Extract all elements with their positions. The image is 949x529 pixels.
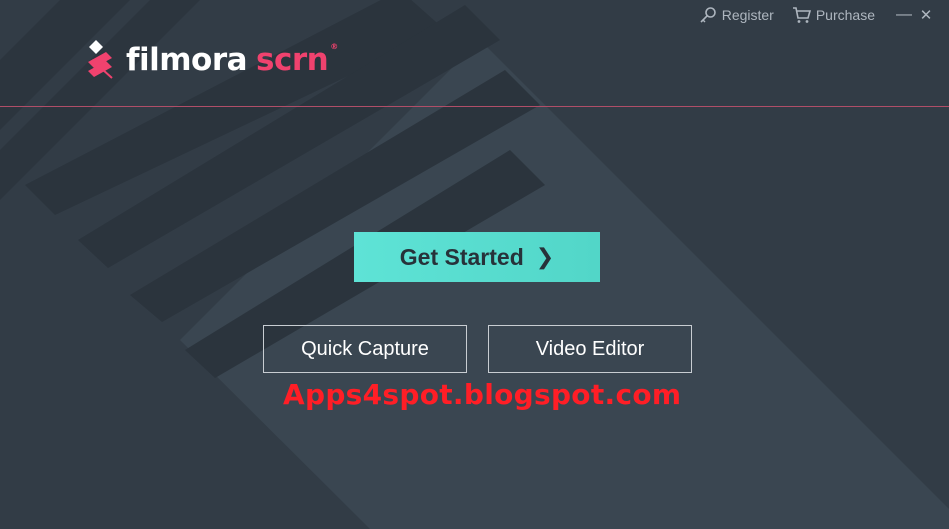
key-icon <box>700 7 716 23</box>
logo-wordmark: filmora scrn ® <box>126 41 338 78</box>
video-editor-button[interactable]: Video Editor <box>488 325 692 373</box>
register-button[interactable]: Register <box>699 6 774 24</box>
watermark-text: Apps4spot.blogspot.com <box>283 378 682 411</box>
close-button[interactable]: ✕ <box>915 6 937 24</box>
header-divider <box>0 106 949 107</box>
title-bar: Register Purchase — ✕ <box>699 0 949 30</box>
purchase-label: Purchase <box>815 7 875 23</box>
quick-capture-button[interactable]: Quick Capture <box>263 325 467 373</box>
chevron-right-icon: ❯ <box>535 244 555 269</box>
get-started-button[interactable]: Get Started ❯ <box>354 232 600 282</box>
app-logo: filmora scrn ® <box>86 40 338 80</box>
logo-word-filmora: filmora <box>126 41 248 78</box>
cart-icon <box>792 7 811 23</box>
purchase-button[interactable]: Purchase <box>792 6 875 24</box>
register-label: Register <box>721 7 774 23</box>
get-started-label: Get Started <box>399 243 524 270</box>
logo-word-scrn: scrn <box>256 41 329 78</box>
minimize-button[interactable]: — <box>893 6 915 24</box>
filmora-logo-icon <box>88 40 113 79</box>
registered-mark: ® <box>330 41 338 51</box>
